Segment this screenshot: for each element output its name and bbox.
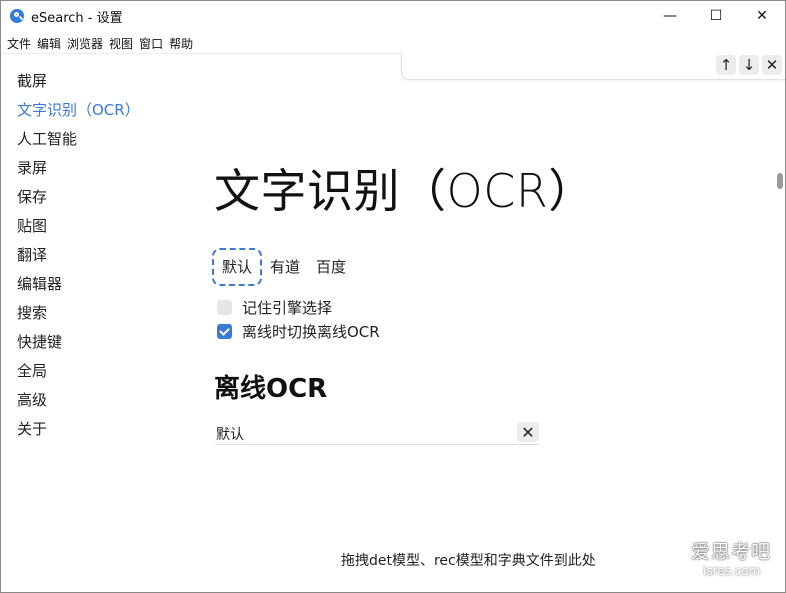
close-icon: ✕ <box>521 422 535 442</box>
maximize-icon: ☐ <box>709 8 723 24</box>
find-next-button[interactable]: ↓ <box>739 55 759 75</box>
menu-divider <box>1 53 401 54</box>
offline-model-row[interactable]: 默认 ✕ <box>215 422 539 445</box>
arrow-up-icon: ↑ <box>719 56 733 74</box>
offline-switch-option[interactable]: 离线时切换离线OCR <box>217 321 380 342</box>
menu-browser[interactable]: 浏览器 <box>67 35 103 52</box>
window-controls: — ☐ ✕ <box>647 1 785 31</box>
scrollbar-thumb[interactable] <box>777 173 783 189</box>
offline-ocr-heading: 离线OCR <box>214 374 328 404</box>
close-button[interactable]: ✕ <box>739 1 785 31</box>
ocr-engine-tabs: 默认 有道 百度 <box>212 247 354 287</box>
sidebar-item-pin[interactable]: 贴图 <box>17 212 140 241</box>
remember-engine-option[interactable]: 记住引擎选择 <box>217 297 332 318</box>
menu-bar: 文件 编辑 浏览器 视图 窗口 帮助 <box>1 33 193 53</box>
offline-switch-checkbox[interactable] <box>217 324 232 339</box>
sidebar-item-recording[interactable]: 录屏 <box>17 154 140 183</box>
remove-model-button[interactable]: ✕ <box>517 422 539 442</box>
offline-switch-label: 离线时切换离线OCR <box>242 323 380 341</box>
sidebar-item-editor[interactable]: 编辑器 <box>17 270 140 299</box>
remember-engine-checkbox[interactable] <box>217 300 232 315</box>
arrow-down-icon: ↓ <box>742 56 756 74</box>
menu-view[interactable]: 视图 <box>109 35 133 52</box>
remember-engine-label: 记住引擎选择 <box>242 299 333 317</box>
model-drop-zone-hint[interactable]: 拖拽det模型、rec模型和字典文件到此处 <box>341 550 596 570</box>
tab-engine-baidu[interactable]: 百度 <box>308 248 354 286</box>
find-close-button[interactable]: ✕ <box>762 55 782 75</box>
app-search-icon <box>10 9 24 23</box>
sidebar-item-about[interactable]: 关于 <box>17 415 140 444</box>
minimize-button[interactable]: — <box>647 1 693 31</box>
close-icon: ✕ <box>765 56 779 74</box>
tab-engine-youdao[interactable]: 有道 <box>262 248 308 286</box>
page-title: 文字识别（OCR） <box>214 164 595 218</box>
menu-file[interactable]: 文件 <box>7 35 31 52</box>
watermark-url: isres.com <box>703 564 761 578</box>
sidebar-item-shortcuts[interactable]: 快捷键 <box>17 328 140 357</box>
close-icon: ✕ <box>756 8 768 24</box>
window-title: eSearch - 设置 <box>31 10 123 26</box>
sidebar-item-save[interactable]: 保存 <box>17 183 140 212</box>
menu-window[interactable]: 窗口 <box>139 35 163 52</box>
sidebar-item-screenshot[interactable]: 截屏 <box>17 67 140 96</box>
settings-window: eSearch - 设置 — ☐ ✕ 文件 编辑 浏览器 视图 窗口 帮助 ↑ … <box>0 0 786 593</box>
sidebar-item-ai[interactable]: 人工智能 <box>17 125 140 154</box>
sidebar-item-global[interactable]: 全局 <box>17 357 140 386</box>
find-bar: ↑ ↓ ✕ <box>401 53 785 80</box>
menu-edit[interactable]: 编辑 <box>37 35 61 52</box>
find-bar-buttons: ↑ ↓ ✕ <box>716 55 782 75</box>
tab-engine-default[interactable]: 默认 <box>212 248 263 286</box>
sidebar-item-translate[interactable]: 翻译 <box>17 241 140 270</box>
sidebar-item-advanced[interactable]: 高级 <box>17 386 140 415</box>
maximize-button[interactable]: ☐ <box>693 1 739 31</box>
sidebar-item-search[interactable]: 搜索 <box>17 299 140 328</box>
find-previous-button[interactable]: ↑ <box>716 55 736 75</box>
settings-sidebar: 截屏 文字识别（OCR） 人工智能 录屏 保存 贴图 翻译 编辑器 搜索 快捷键… <box>17 67 140 444</box>
watermark-text: 爱思考吧 <box>691 541 772 563</box>
menu-help[interactable]: 帮助 <box>169 35 193 52</box>
title-bar: eSearch - 设置 — ☐ ✕ <box>1 1 785 31</box>
minimize-icon: — <box>663 8 677 24</box>
watermark: 爱思考吧 isres.com <box>691 537 783 585</box>
sidebar-item-ocr[interactable]: 文字识别（OCR） <box>17 96 140 125</box>
offline-model-name: 默认 <box>216 427 244 443</box>
